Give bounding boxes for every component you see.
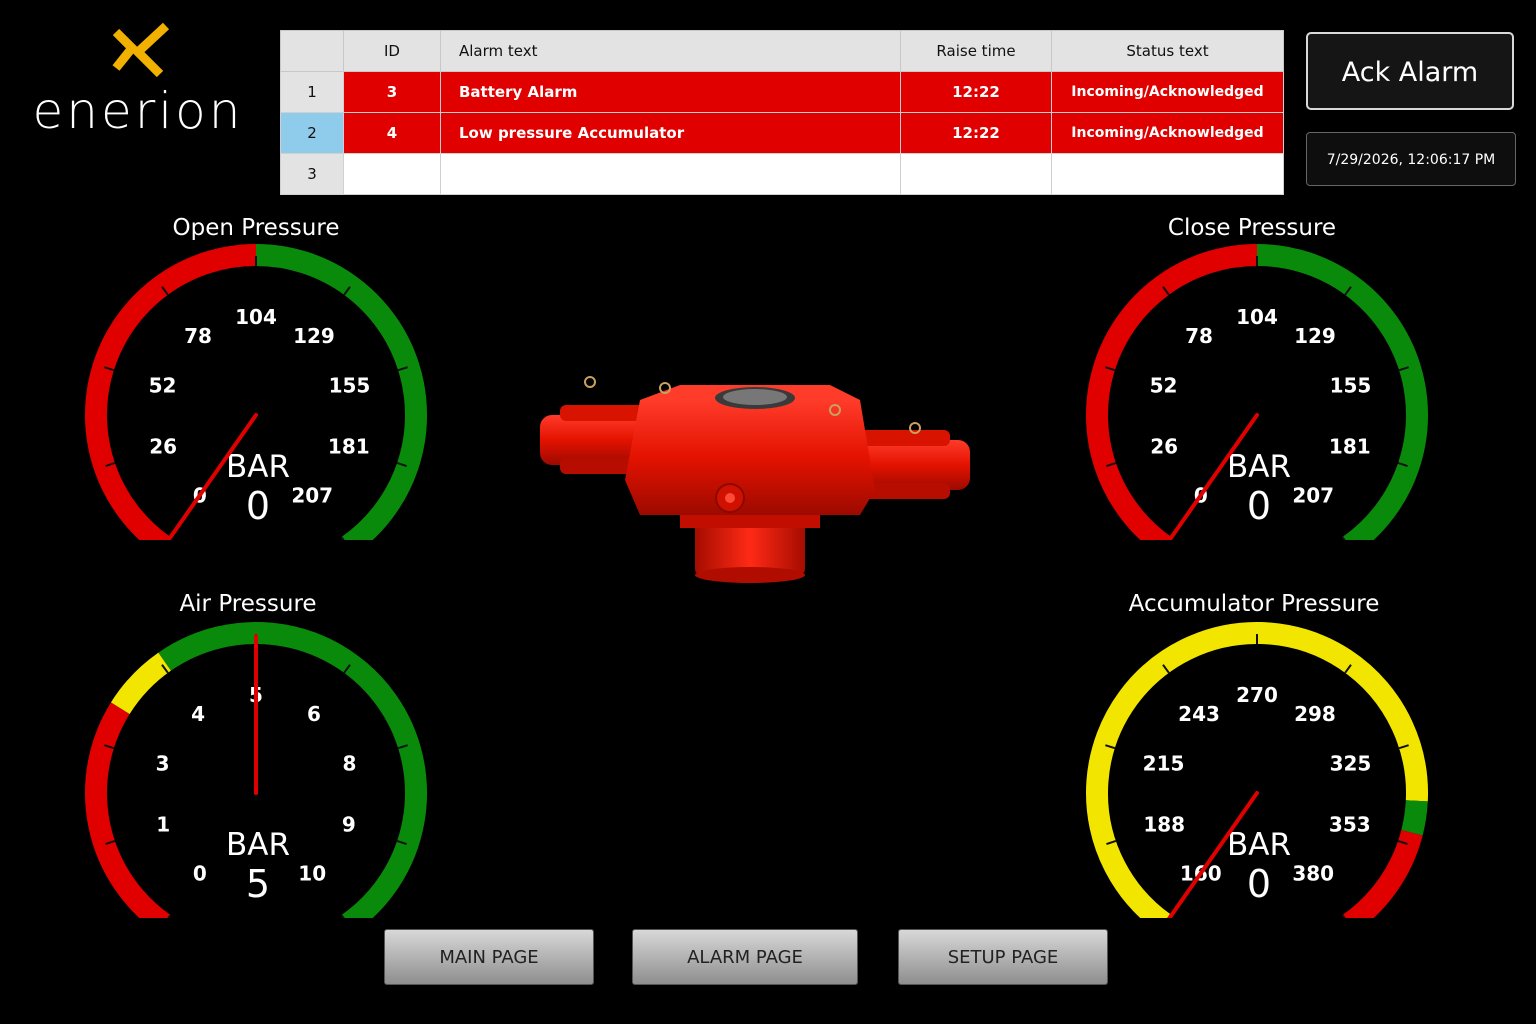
- gauge-tick-label: 207: [1292, 483, 1334, 507]
- x-mark-icon: [112, 22, 170, 78]
- gauge-unit: BAR: [226, 449, 290, 485]
- accumulator-pressure-gauge: 160188215243270298325353380BAR0: [1086, 622, 1428, 918]
- gauge-tick-label: 0: [193, 861, 207, 885]
- alarm-text: Low pressure Accumulator: [440, 112, 901, 154]
- gauge-value: 0: [1247, 862, 1271, 906]
- gauge-tick-label: 298: [1294, 702, 1336, 726]
- header-status-text[interactable]: Status text: [1051, 30, 1284, 72]
- open-pressure-title: Open Pressure: [172, 215, 340, 241]
- gauge-value: 0: [1247, 484, 1271, 528]
- gauge-tick-label: 129: [293, 324, 335, 348]
- alarm-table[interactable]: ID Alarm text Raise time Status text 1 3…: [280, 30, 1284, 195]
- gauge-tick-label: 215: [1143, 752, 1185, 776]
- gauge-tick-label: 325: [1330, 752, 1372, 776]
- alarm-id: [343, 153, 441, 195]
- alarm-text: Battery Alarm: [440, 71, 901, 113]
- air-pressure-title: Air Pressure: [179, 591, 317, 617]
- alarm-page-button[interactable]: ALARM PAGE: [632, 929, 858, 985]
- gauge-band: [1401, 800, 1428, 836]
- alarm-table-header: ID Alarm text Raise time Status text: [280, 30, 1284, 72]
- gauge-unit: BAR: [1227, 449, 1291, 485]
- gauge-tick-label: 52: [1150, 374, 1178, 398]
- alarm-raise-time: [900, 153, 1052, 195]
- row-number: 1: [280, 71, 344, 113]
- gauge-unit: BAR: [226, 827, 290, 863]
- gauge-tick-label: 10: [298, 861, 326, 885]
- gauge-tick-label: 6: [307, 702, 321, 726]
- alarm-id: 3: [343, 71, 441, 113]
- gauge-band: [1342, 829, 1423, 918]
- gauge-tick-label: 52: [149, 374, 177, 398]
- gauge-tick-label: 78: [1185, 324, 1213, 348]
- main-page-button[interactable]: MAIN PAGE: [384, 929, 594, 985]
- gauge-tick-label: 155: [1330, 374, 1372, 398]
- close-pressure-gauge: 0265278104129155181207BAR0: [1086, 244, 1428, 540]
- enerion-logo: enerion: [18, 22, 258, 142]
- gauge-tick-label: 207: [291, 483, 333, 507]
- alarm-raise-time: 12:22: [900, 71, 1052, 113]
- row-number: 3: [280, 153, 344, 195]
- alarm-status: Incoming/Acknowledged: [1051, 71, 1284, 113]
- gauge-tick-label: 243: [1178, 702, 1220, 726]
- gauge-tick-label: 104: [235, 305, 277, 329]
- gauge-tick-label: 9: [342, 813, 356, 837]
- gauge-tick-label: 181: [328, 435, 370, 459]
- header-raise-time[interactable]: Raise time: [900, 30, 1052, 72]
- gauge-tick-label: 155: [329, 374, 371, 398]
- gauge-tick-label: 104: [1236, 305, 1278, 329]
- gauge-band: [85, 702, 171, 918]
- gauge-value: 0: [246, 484, 270, 528]
- gauge-tick-label: 4: [191, 702, 205, 726]
- air-pressure-gauge: 0134568910BAR5: [85, 622, 427, 918]
- gauge-tick-label: 78: [184, 324, 212, 348]
- alarm-status: [1051, 153, 1284, 195]
- gauge-tick-label: 3: [156, 752, 170, 776]
- gauge-unit: BAR: [1227, 827, 1291, 863]
- table-row[interactable]: 2 4 Low pressure Accumulator 12:22 Incom…: [280, 112, 1284, 154]
- gauge-tick-label: 380: [1292, 861, 1334, 885]
- bop-valve-image: [540, 376, 970, 583]
- alarm-status: Incoming/Acknowledged: [1051, 112, 1284, 154]
- gauge-tick-label: 188: [1143, 813, 1185, 837]
- gauge-band: [110, 652, 172, 715]
- datetime-display: 7/29/2026, 12:06:17 PM: [1306, 132, 1516, 186]
- alarm-text: [440, 153, 901, 195]
- ack-alarm-button[interactable]: Ack Alarm: [1306, 32, 1514, 110]
- close-pressure-title: Close Pressure: [1167, 215, 1337, 241]
- setup-page-button[interactable]: SETUP PAGE: [898, 929, 1108, 985]
- gauge-tick-label: 1: [156, 813, 170, 837]
- alarm-raise-time: 12:22: [900, 112, 1052, 154]
- table-row[interactable]: 3: [280, 153, 1284, 195]
- row-number: 2: [280, 112, 344, 154]
- gauge-value: 5: [246, 862, 270, 906]
- gauge-tick-label: 26: [149, 435, 177, 459]
- open-pressure-gauge: 0265278104129155181207BAR0: [85, 244, 427, 540]
- table-row[interactable]: 1 3 Battery Alarm 12:22 Incoming/Acknowl…: [280, 71, 1284, 113]
- accumulator-pressure-title: Accumulator Pressure: [1128, 591, 1380, 617]
- gauge-tick-label: 8: [343, 752, 357, 776]
- alarm-id: 4: [343, 112, 441, 154]
- gauge-tick-label: 270: [1236, 683, 1278, 707]
- logo-wordmark: enerion: [32, 82, 244, 140]
- header-row-number: [280, 30, 344, 72]
- header-id[interactable]: ID: [343, 30, 441, 72]
- gauge-tick-label: 181: [1329, 435, 1371, 459]
- header-alarm-text[interactable]: Alarm text: [440, 30, 901, 72]
- gauge-tick-label: 129: [1294, 324, 1336, 348]
- gauge-tick-label: 26: [1150, 435, 1178, 459]
- gauge-tick-label: 353: [1329, 813, 1371, 837]
